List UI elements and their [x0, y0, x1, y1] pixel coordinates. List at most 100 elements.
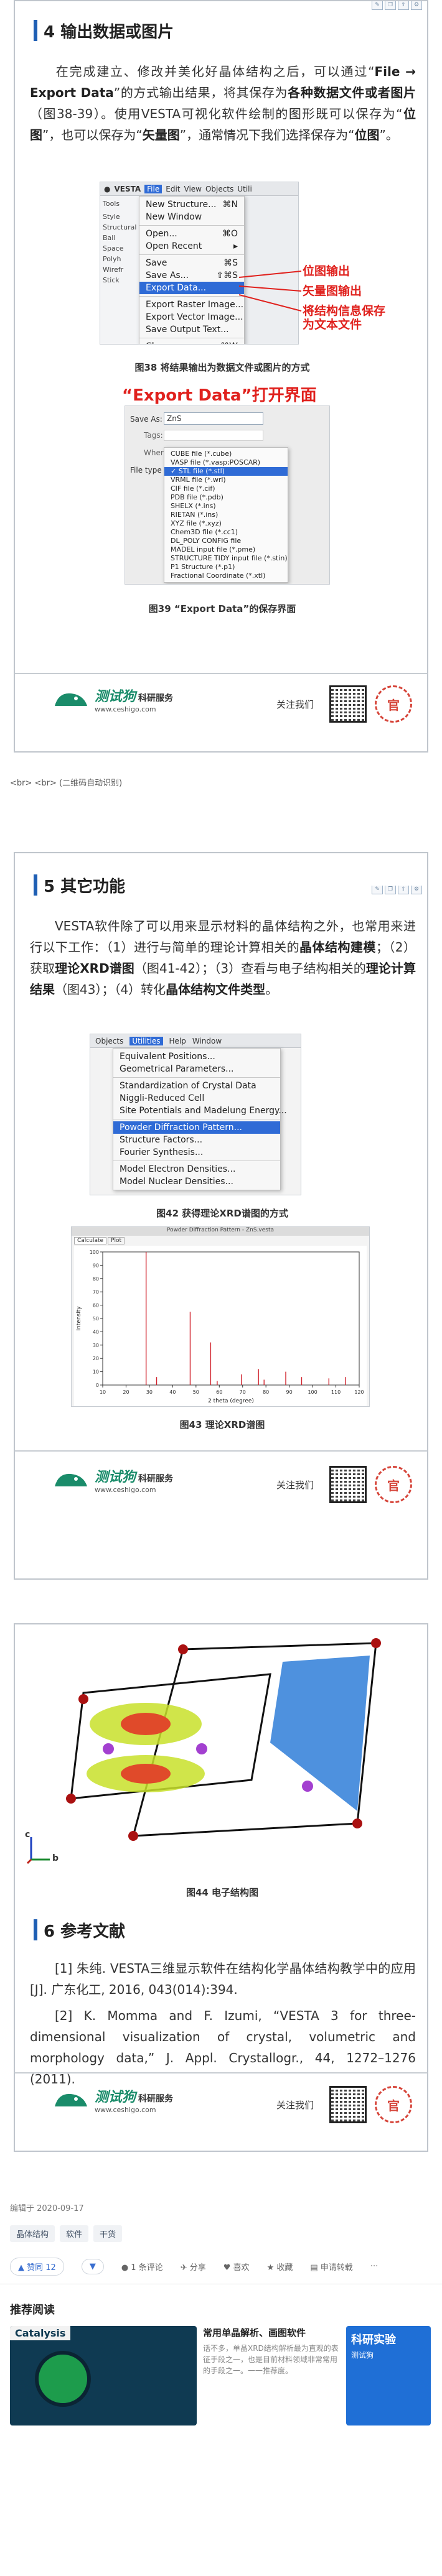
menu-item[interactable]: SHELX (*.ins): [164, 502, 288, 511]
comment-button[interactable]: ● 1 条评论: [121, 2261, 163, 2273]
menu-item[interactable]: New Structure... ⌘N: [139, 198, 244, 211]
menubar-objects[interactable]: Objects: [205, 185, 233, 193]
menu-item[interactable]: Niggli-Reduced Cell: [113, 1092, 280, 1105]
recommend-card-1[interactable]: Catalysis: [10, 2326, 197, 2425]
menu-item[interactable]: Save As... ⇧⌘S: [139, 269, 244, 282]
apply-repost-button[interactable]: ▤ 申请转载: [310, 2261, 352, 2273]
menu-item-shortcut: ▸: [233, 241, 238, 251]
menu-item[interactable]: Geometrical Parameters...: [113, 1063, 280, 1075]
xrd-window-title: Powder Diffraction Pattern - ZnS.vesta: [72, 1227, 369, 1236]
more-button[interactable]: ···: [370, 2262, 378, 2271]
copy-icon[interactable]: ❐: [385, 1, 396, 10]
tab-calculate[interactable]: Calculate: [74, 1237, 107, 1244]
like-button[interactable]: ♥ 喜欢: [223, 2261, 250, 2273]
menu-item[interactable]: VRML file (*.wrl): [164, 476, 288, 484]
menu-item[interactable]: VASP file (*.vasp;POSCAR): [164, 458, 288, 467]
electronic-structure-figure: [66, 1638, 381, 1841]
menu-item[interactable]: Open Recent ▸: [139, 240, 244, 253]
menu-item[interactable]: DL_POLY CONFIG file: [164, 537, 288, 545]
menu-item[interactable]: P1 Structure (*.p1): [164, 563, 288, 572]
menu-item[interactable]: Chem3D file (*.cc1): [164, 528, 288, 537]
menubar-window[interactable]: Window: [192, 1037, 222, 1045]
menu-item[interactable]: New Window: [139, 211, 244, 223]
qr-code-icon[interactable]: [329, 2086, 367, 2123]
file-type-dropdown[interactable]: CUBE file (*.cube) VASP file (*.vasp;POSC…: [164, 447, 288, 583]
menubar-help[interactable]: Help: [169, 1037, 186, 1045]
side-label-wireframe[interactable]: Wirefr: [100, 264, 139, 275]
apple-icon[interactable]: ●: [104, 185, 110, 193]
menu-item[interactable]: Save Output Text...: [139, 323, 244, 336]
menu-item[interactable]: Fourier Synthesis...: [113, 1146, 280, 1159]
settings-icon[interactable]: ⚙: [411, 1, 422, 10]
menubar-vesta[interactable]: VESTA: [114, 185, 141, 193]
menu-item[interactable]: Model Nuclear Densities...: [113, 1175, 280, 1188]
menu-item[interactable]: Structure Factors...: [113, 1134, 280, 1146]
menubar-file[interactable]: File: [144, 184, 162, 193]
copy-icon[interactable]: ❐: [385, 886, 396, 894]
menu-item[interactable]: ✓ STL file (*.stl): [164, 467, 288, 476]
tag-item[interactable]: 干货: [93, 2225, 123, 2242]
share-button[interactable]: ✈ 分享: [181, 2261, 206, 2273]
y-tick-label: 30: [93, 1343, 99, 1348]
tags-label: Tags:: [144, 431, 163, 440]
menu-item[interactable]: XYZ file (*.xyz): [164, 519, 288, 528]
downvote-button[interactable]: ▼: [81, 2259, 104, 2274]
menu-item[interactable]: Export Data...: [139, 282, 244, 294]
menu-item[interactable]: Site Potentials and Madelung Energy...: [113, 1105, 287, 1117]
menubar-utilities[interactable]: Utili: [237, 185, 252, 193]
side-label-space[interactable]: Space: [100, 243, 139, 254]
tag-item[interactable]: 软件: [60, 2225, 89, 2242]
menu-item[interactable]: Save ⌘S: [139, 257, 244, 269]
footer-logo[interactable]: 测试狗 科研服务 www.ceshigo.com: [52, 1466, 173, 1494]
side-label-ball[interactable]: Ball: [100, 233, 139, 243]
menu-item[interactable]: CUBE file (*.cube): [164, 450, 288, 458]
menu-item[interactable]: Open... ⌘O: [139, 228, 244, 240]
menu-item[interactable]: Standardization of Crystal Data: [113, 1080, 280, 1092]
edit-date: 编辑于 2020-09-17: [10, 2204, 84, 2213]
xrd-tabs: Calculate Plot: [72, 1236, 369, 1246]
side-label-stick[interactable]: Stick: [100, 275, 139, 285]
logo-sub: 科研服务: [138, 1474, 174, 1484]
save-as-input[interactable]: ZnS: [164, 412, 263, 425]
section-title: 6 参考文献: [34, 1919, 125, 1941]
menu-item-label: Niggli-Reduced Cell: [120, 1093, 205, 1103]
edit-icon[interactable]: ✎: [372, 886, 383, 894]
menu-item[interactable]: Powder Diffraction Pattern...: [113, 1121, 280, 1134]
menu-item[interactable]: Export Raster Image...: [139, 299, 244, 311]
collect-button[interactable]: ★ 收藏: [267, 2261, 293, 2273]
menu-separator: [139, 225, 244, 226]
menubar-utilities[interactable]: Utilities: [129, 1036, 163, 1045]
share-icon[interactable]: ⇪: [398, 886, 409, 894]
menu-item-label: STRUCTURE TIDY input file (*.stin): [171, 554, 288, 562]
menu-item[interactable]: Close ⌘W: [139, 340, 244, 344]
settings-icon[interactable]: ⚙: [411, 886, 422, 894]
menu-item[interactable]: RIETAN (*.ins): [164, 511, 288, 519]
menubar-view[interactable]: View: [184, 185, 202, 193]
footer-logo[interactable]: 测试狗 科研服务 www.ceshigo.com: [52, 685, 173, 713]
tag-item[interactable]: 晶体结构: [10, 2225, 55, 2242]
menubar-objects[interactable]: Objects: [95, 1037, 123, 1045]
recommend-card-2[interactable]: 常用单晶解析、画图软件 话不多，单晶XRD结构解析最为直观的表征手段之一，也是目…: [203, 2326, 340, 2376]
qr-code-icon[interactable]: [329, 1466, 367, 1503]
menu-item[interactable]: Model Electron Densities...: [113, 1163, 280, 1175]
menu-item[interactable]: PDB file (*.pdb): [164, 493, 288, 502]
menu-item[interactable]: Equivalent Positions...: [113, 1050, 280, 1063]
upvote-button[interactable]: ▲ 赞同 12: [10, 2258, 64, 2276]
y-tick-label: 100: [90, 1249, 99, 1255]
footer-logo[interactable]: 测试狗 科研服务 www.ceshigo.com: [52, 2086, 173, 2114]
menu-item[interactable]: Fractional Coordinate (*.xtl): [164, 572, 288, 580]
menu-item[interactable]: CIF file (*.cif): [164, 484, 288, 493]
tags-input[interactable]: [164, 430, 263, 441]
tab-plot[interactable]: Plot: [108, 1237, 125, 1244]
menu-item[interactable]: MADEL input file (*.pme): [164, 545, 288, 554]
section-card-6: c b 图44 电子结构图 6 参考文献 [1] 朱纯. VESTA三维显示软件…: [14, 1623, 428, 2152]
qr-code-icon[interactable]: [329, 685, 367, 723]
card-title: 常用单晶解析、画图软件: [203, 2327, 306, 2338]
share-icon[interactable]: ⇪: [398, 1, 409, 10]
edit-icon[interactable]: ✎: [372, 1, 383, 10]
recommend-card-3[interactable]: 科研实验 测试狗: [346, 2326, 431, 2425]
menu-item[interactable]: Export Vector Image...: [139, 311, 244, 323]
menu-item[interactable]: STRUCTURE TIDY input file (*.stin): [164, 554, 288, 563]
menubar-edit[interactable]: Edit: [166, 185, 180, 193]
side-label-polyh[interactable]: Polyh: [100, 254, 139, 264]
